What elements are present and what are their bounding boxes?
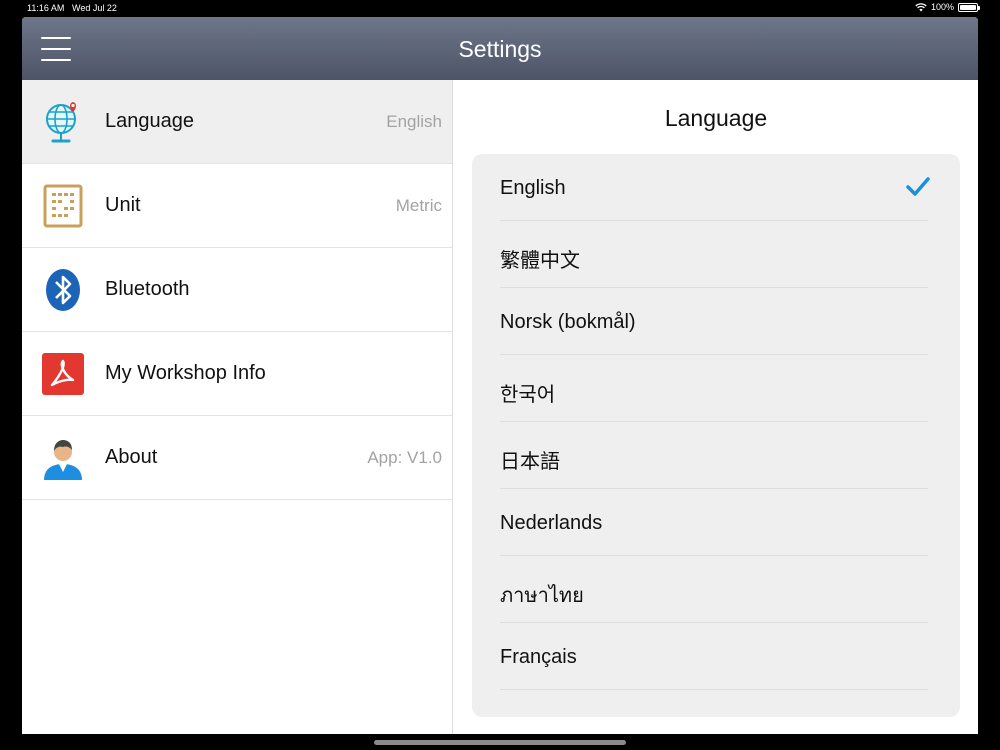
abacus-icon [43, 184, 83, 228]
language-label: ภาษาไทย [500, 585, 584, 607]
language-option-thai[interactable]: ภาษาไทย [500, 556, 928, 623]
checkmark-icon [906, 177, 930, 196]
user-icon [44, 440, 82, 480]
status-bar: 11:16 AM Wed Jul 22 100% [0, 0, 1000, 16]
language-option-korean[interactable]: 한국어 [500, 355, 928, 422]
language-label: Nederlands [500, 512, 603, 534]
settings-label-unit: Unit [105, 194, 141, 216]
settings-row-language[interactable]: Language English [22, 80, 452, 164]
page-title: Settings [458, 36, 542, 62]
settings-value-unit: Metric [395, 196, 442, 215]
settings-row-bluetooth[interactable]: Bluetooth [22, 248, 452, 332]
settings-label-bluetooth: Bluetooth [105, 278, 190, 300]
settings-value-about: App: V1.0 [367, 448, 442, 467]
language-option-english[interactable]: English [500, 154, 930, 221]
language-list: English 繁體中文 Norsk (bokmål) 한국어 日本語 Nede… [472, 154, 960, 717]
status-time: 11:16 AM [27, 3, 65, 13]
settings-row-workshop-info[interactable]: My Workshop Info [22, 332, 452, 416]
language-label: Norsk (bokmål) [500, 311, 636, 333]
language-label: Français [500, 646, 577, 668]
settings-value-language: English [386, 112, 442, 131]
language-option-french[interactable]: Français [500, 623, 928, 690]
battery-icon [958, 2, 980, 12]
settings-row-about[interactable]: About App: V1.0 [22, 416, 452, 500]
settings-list: Language English Unit Metric Bluetooth M… [22, 80, 453, 734]
language-label: 日本語 [500, 451, 560, 473]
language-detail-pane: Language English 繁體中文 Norsk (bokmål) 한국어… [454, 80, 978, 734]
home-indicator[interactable] [374, 740, 626, 745]
battery-percent: 100% [930, 2, 954, 12]
language-option-norwegian[interactable]: Norsk (bokmål) [500, 288, 928, 355]
status-date: Wed Jul 22 [72, 3, 117, 13]
settings-label-workshop-info: My Workshop Info [105, 362, 266, 384]
globe-icon [46, 102, 76, 143]
settings-row-unit[interactable]: Unit Metric [22, 164, 452, 248]
bluetooth-icon [46, 269, 80, 311]
settings-label-about: About [105, 446, 158, 468]
status-right: 100% [915, 2, 980, 12]
detail-title: Language [664, 105, 768, 131]
language-option-traditional-chinese[interactable]: 繁體中文 [500, 221, 928, 288]
language-label: 繁體中文 [500, 250, 580, 272]
settings-label-language: Language [105, 110, 194, 132]
language-label: 한국어 [500, 384, 556, 406]
language-label: English [500, 177, 566, 199]
app-window: Settings Language English Unit Metric Bl… [22, 17, 978, 734]
language-option-dutch[interactable]: Nederlands [500, 489, 928, 556]
language-option-japanese[interactable]: 日本語 [500, 422, 928, 489]
wifi-icon [915, 2, 927, 11]
navigation-bar: Settings [22, 17, 978, 80]
pdf-icon [42, 353, 84, 395]
